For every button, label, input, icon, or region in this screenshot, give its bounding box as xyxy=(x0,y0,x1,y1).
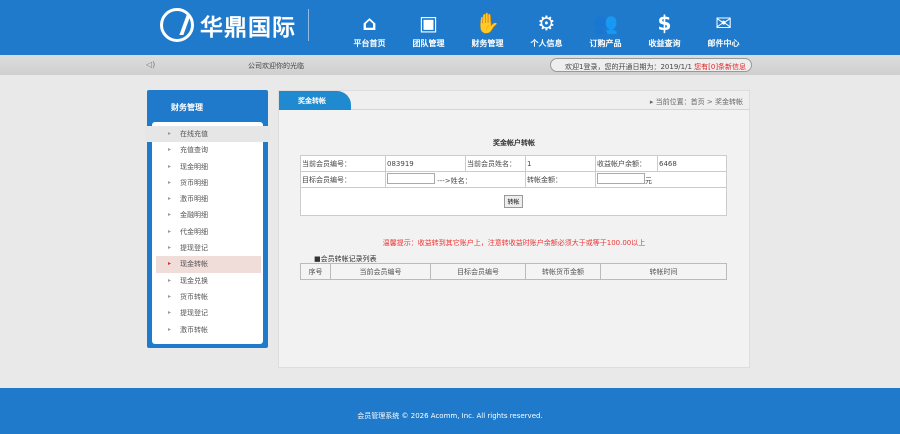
sidebar-item[interactable]: 激币转帐 xyxy=(152,322,263,338)
current-id-value: 083919 xyxy=(385,155,466,172)
page-title: 奖金帐户转帐 xyxy=(493,139,535,147)
sidebar-item[interactable]: 在线充值 xyxy=(152,126,263,142)
balance-label: 收益帐户余额： xyxy=(595,155,658,172)
header: 华鼎国际 ⌂ 平台首页 ▣ 团队管理 ✋ 财务管理 ⚙ 个人信息 👥 订购产品 $ 收益查询 ✉ 邮件中心 xyxy=(0,0,900,55)
nav-label: 个人信息 xyxy=(530,39,563,48)
current-name-value: 1 xyxy=(525,155,596,172)
transfer-button[interactable]: 转帐 xyxy=(504,195,523,208)
main-panel: 奖金转帐 ▸ 当前位置：首页 > 奖金转帐 奖金帐户转帐 当前会员编号： 083… xyxy=(278,90,750,368)
speaker-icon: ◁) xyxy=(146,60,156,69)
current-name-label: 当前会员姓名： xyxy=(465,155,526,172)
sidebar-item[interactable]: 现金转帐 xyxy=(156,256,261,273)
current-id-label: 当前会员编号： xyxy=(300,155,386,172)
column-header: 转帐时间 xyxy=(600,263,727,280)
target-name-label: --->姓名： xyxy=(437,177,472,185)
sidebar-title: 财务管理 xyxy=(171,103,203,112)
transfer-form: 当前会员编号： 083919 当前会员姓名： 1 收益帐户余额： 6468 目标… xyxy=(300,155,727,216)
nav-item-0[interactable]: ⌂ 平台首页 xyxy=(340,10,399,49)
transfer-records-table: 序号 当前会员编号 目标会员编号 转帐货币金额 转帐时间 xyxy=(300,263,727,280)
marquee-notice: 公司欢迎你的光临 xyxy=(248,62,304,70)
handshake-icon: ✋ xyxy=(475,11,500,35)
nav-item-5[interactable]: $ 收益查询 xyxy=(635,10,694,49)
column-header: 目标会员编号 xyxy=(430,263,526,280)
money-bag-icon: $ xyxy=(657,11,672,35)
sidebar-item[interactable]: 现金兑换 xyxy=(152,273,263,289)
welcome-text: 欢迎1登录，您的开通日期为：2019/1/1 xyxy=(565,63,692,71)
settings-doc-icon: ⚙ xyxy=(537,11,556,35)
nav-item-6[interactable]: ✉ 邮件中心 xyxy=(694,10,753,49)
sidebar-item[interactable]: 现金明细 xyxy=(152,159,263,175)
nav-label: 邮件中心 xyxy=(707,39,740,48)
mail-icon: ✉ xyxy=(715,11,732,35)
logo-text: 华鼎国际 xyxy=(200,15,296,41)
amount-input[interactable] xyxy=(597,173,645,184)
amount-label: 转帐金额： xyxy=(525,171,596,188)
nav-label: 收益查询 xyxy=(648,39,681,48)
footer: 会员管理系统 © 2026 Acomm, Inc. All rights res… xyxy=(0,388,900,434)
sidebar-item[interactable]: 金融明细 xyxy=(152,207,263,223)
sidebar-item[interactable]: 提现登记 xyxy=(152,305,263,321)
sidebar: 财务管理 在线充值充值查询现金明细货币明细激币明细金融明细代金明细提现登记现金转… xyxy=(145,90,270,348)
nav-label: 平台首页 xyxy=(353,39,386,48)
home-icon: ⌂ xyxy=(362,11,377,35)
sidebar-item[interactable]: 充值查询 xyxy=(152,142,263,158)
column-header: 当前会员编号 xyxy=(330,263,431,280)
column-header: 序号 xyxy=(300,263,331,280)
nav-label: 团队管理 xyxy=(412,39,445,48)
messages-link[interactable]: 您有[0]条新信息 xyxy=(694,63,746,71)
nav-item-2[interactable]: ✋ 财务管理 xyxy=(458,10,517,49)
sidebar-item[interactable]: 货币明细 xyxy=(152,175,263,191)
sidebar-item[interactable]: 代金明细 xyxy=(152,224,263,240)
team-chat-icon: ▣ xyxy=(419,11,438,35)
breadcrumb-text: 当前位置：首页 > 奖金转帐 xyxy=(655,98,743,106)
target-id-input[interactable] xyxy=(387,173,435,184)
nav-item-3[interactable]: ⚙ 个人信息 xyxy=(517,10,576,49)
sidebar-item[interactable]: 提现登记 xyxy=(152,240,263,256)
nav-label: 财务管理 xyxy=(471,39,504,48)
nav-item-4[interactable]: 👥 订购产品 xyxy=(576,10,635,49)
nav-item-1[interactable]: ▣ 团队管理 xyxy=(399,10,458,49)
unit-label: 元 xyxy=(645,177,652,185)
divider xyxy=(308,9,309,41)
logo[interactable]: 华鼎国际 xyxy=(160,8,309,42)
tab-bar: 奖金转帐 ▸ 当前位置：首页 > 奖金转帐 xyxy=(279,91,749,110)
main-nav: ⌂ 平台首页 ▣ 团队管理 ✋ 财务管理 ⚙ 个人信息 👥 订购产品 $ 收益查询 ✉ 邮件中心 xyxy=(340,10,753,49)
info-bar: ◁) 公司欢迎你的光临 欢迎1登录，您的开通日期为：2019/1/1 您有[0]… xyxy=(0,55,900,75)
welcome-box: 欢迎1登录，您的开通日期为：2019/1/1 您有[0]条新信息 xyxy=(550,58,752,72)
logo-mark-icon xyxy=(160,8,194,42)
sidebar-item[interactable]: 激币明细 xyxy=(152,191,263,207)
balance-value: 6468 xyxy=(657,155,727,172)
sidebar-menu: 在线充值充值查询现金明细货币明细激币明细金融明细代金明细提现登记现金转帐现金兑换… xyxy=(145,122,270,344)
breadcrumb: ▸ 当前位置：首页 > 奖金转帐 xyxy=(649,98,743,106)
column-header: 转帐货币金额 xyxy=(525,263,601,280)
tab-bonus-transfer[interactable]: 奖金转帐 xyxy=(279,91,351,110)
users-icon: 👥 xyxy=(593,11,618,35)
nav-label: 订购产品 xyxy=(589,39,622,48)
target-id-label: 目标会员编号： xyxy=(300,171,386,188)
sidebar-item[interactable]: 货币转帐 xyxy=(152,289,263,305)
warning-tip: 温馨提示：收益转到其它账户上，注意转收益时账户余额必须大于或等于100.00以上 xyxy=(382,239,646,247)
